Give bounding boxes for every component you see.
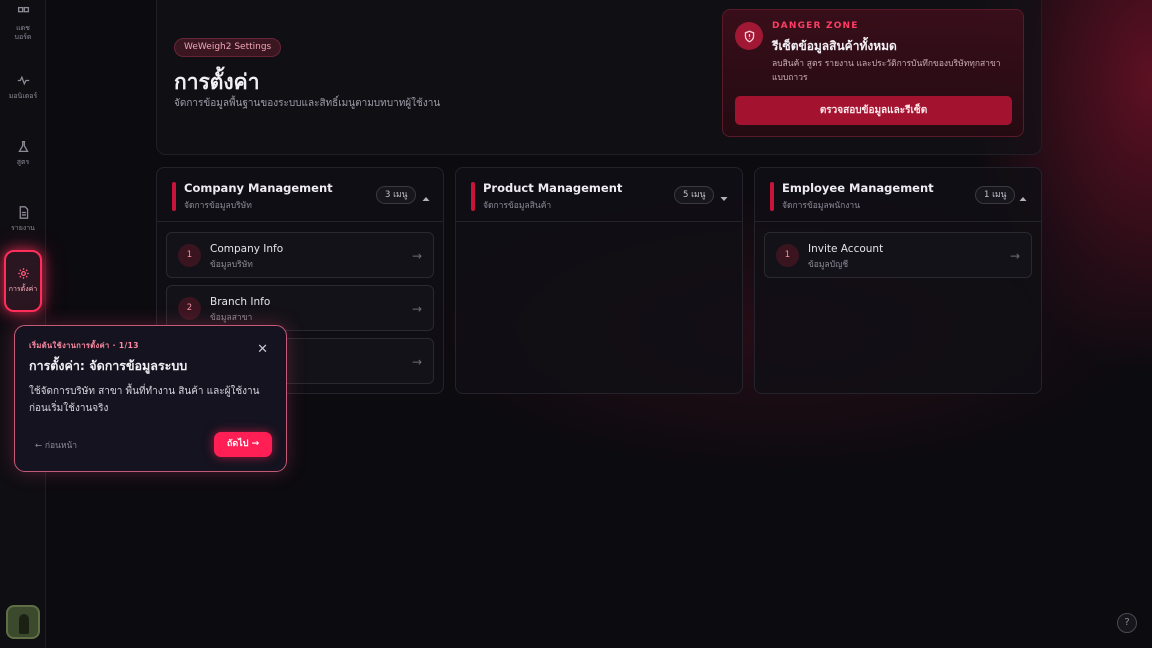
arrow-left-icon: ← xyxy=(35,441,43,451)
sidebar-item-label: สูตร xyxy=(16,158,30,167)
sidebar-item-label: มอนิเตอร์ xyxy=(8,92,38,101)
card-header[interactable]: Employee Management จัดการข้อมูลพนักงาน … xyxy=(755,168,1041,222)
row-title: Invite Account xyxy=(808,243,884,255)
arrow-right-icon: → xyxy=(1009,249,1020,263)
sidebar-item-label: รายงาน xyxy=(11,224,35,233)
card-subtitle: จัดการข้อมูลบริษัท xyxy=(184,201,252,211)
sidebar-item-monitor[interactable]: มอนิเตอร์ xyxy=(4,58,42,118)
tour-step-indicator: เริ่มต้นใช้งานการตั้งค่า · 1/13 xyxy=(29,341,139,350)
dashboard-icon xyxy=(17,6,29,13)
product-management-card: Product Management จัดการข้อมูลสินค้า 5 … xyxy=(455,167,743,394)
arrow-right-icon: → xyxy=(411,302,422,316)
danger-zone-tag: DANGER ZONE xyxy=(772,21,859,31)
app-badge: WeWeigh2 Settings xyxy=(174,38,282,57)
employee-management-card: Employee Management จัดการข้อมูลพนักงาน … xyxy=(754,167,1042,394)
sidebar-item-recipes[interactable]: สูตร xyxy=(4,124,42,184)
arrow-right-icon: → xyxy=(251,439,260,449)
tour-body: ใช้จัดการบริษัท สาขา พื้นที่ทำงาน สินค้า… xyxy=(29,386,260,414)
danger-zone-description: ลบสินค้า สูตร รายงาน และประวัติการบันทึก… xyxy=(772,59,1001,83)
row-subtitle: ข้อมูลสาขา xyxy=(210,313,253,323)
menu-count-badge: 1 เมนู xyxy=(975,186,1016,204)
list-item-company-info[interactable]: 1 Company Info ข้อมูลบริษัท → xyxy=(166,232,434,278)
tour-title: การตั้งค่า: จัดการข้อมูลระบบ xyxy=(29,358,188,373)
row-number: 1 xyxy=(178,244,201,267)
card-accent-bar xyxy=(471,182,475,211)
danger-zone-card: DANGER ZONE รีเซ็ตข้อมูลสินค้าทั้งหมด ลบ… xyxy=(722,9,1024,137)
report-icon xyxy=(19,206,28,220)
flask-icon xyxy=(17,141,29,153)
row-title: Branch Info xyxy=(210,296,271,308)
chevron-up-icon[interactable] xyxy=(1018,189,1028,201)
danger-zone-title: รีเซ็ตข้อมูลสินค้าทั้งหมด xyxy=(772,39,897,53)
card-accent-bar xyxy=(172,182,176,211)
page-subtitle: จัดการข้อมูลพื้นฐานของระบบและสิทธิ์เมนูต… xyxy=(174,98,441,109)
row-subtitle: ข้อมูลบัญชี xyxy=(808,260,849,270)
card-subtitle: จัดการข้อมูลพนักงาน xyxy=(782,201,861,211)
onboarding-tour-popover: เริ่มต้นใช้งานการตั้งค่า · 1/13 การตั้งค… xyxy=(14,325,287,472)
help-icon[interactable]: ? xyxy=(1117,613,1137,633)
card-title: Product Management xyxy=(483,181,623,195)
card-header[interactable]: Company Management จัดการข้อมูลบริษัท 3 … xyxy=(157,168,443,222)
sidebar-item-label: แดช บอร์ด xyxy=(14,23,32,41)
arrow-right-icon: → xyxy=(411,249,422,263)
user-avatar[interactable] xyxy=(6,605,40,639)
close-icon[interactable]: ✕ xyxy=(257,343,268,356)
row-title: Company Info xyxy=(210,243,284,255)
chevron-down-icon[interactable] xyxy=(719,189,729,201)
gear-icon xyxy=(17,268,29,280)
sidebar-item-reports[interactable]: รายงาน xyxy=(4,190,42,250)
sidebar: แดช บอร์ด มอนิเตอร์ สูตร รายงาน การตั้งค… xyxy=(0,0,46,648)
list-item-invite-account[interactable]: 1 Invite Account ข้อมูลบัญชี → xyxy=(764,232,1032,278)
menu-count-badge: 3 เมนู xyxy=(376,186,417,204)
tour-prev-button[interactable]: ← ก่อนหน้า xyxy=(35,438,77,452)
page-title: การตั้งค่า xyxy=(174,70,260,94)
card-title: Employee Management xyxy=(782,181,934,195)
arrow-right-icon: → xyxy=(411,355,422,369)
tour-prev-label: ก่อนหน้า xyxy=(44,441,78,451)
card-title: Company Management xyxy=(184,181,333,195)
sidebar-item-dashboard[interactable]: แดช บอร์ด xyxy=(4,0,42,54)
sidebar-item-settings[interactable]: การตั้งค่า xyxy=(4,250,42,312)
chevron-up-icon[interactable] xyxy=(421,189,431,201)
menu-count-badge: 5 เมนู xyxy=(674,186,715,204)
row-subtitle: ข้อมูลบริษัท xyxy=(210,260,253,270)
row-number: 1 xyxy=(776,244,799,267)
tour-next-button[interactable]: ถัดไป → xyxy=(214,432,272,457)
reset-data-button[interactable]: ตรวจสอบข้อมูลและรีเซ็ต xyxy=(735,96,1012,125)
card-header[interactable]: Product Management จัดการข้อมูลสินค้า 5 … xyxy=(456,168,742,222)
monitor-icon xyxy=(17,76,29,86)
sidebar-item-label: การตั้งค่า xyxy=(8,285,38,294)
shield-alert-icon xyxy=(735,22,763,50)
tour-next-label: ถัดไป xyxy=(226,439,249,449)
card-accent-bar xyxy=(770,182,774,211)
card-subtitle: จัดการข้อมูลสินค้า xyxy=(483,201,552,211)
row-number: 2 xyxy=(178,297,201,320)
